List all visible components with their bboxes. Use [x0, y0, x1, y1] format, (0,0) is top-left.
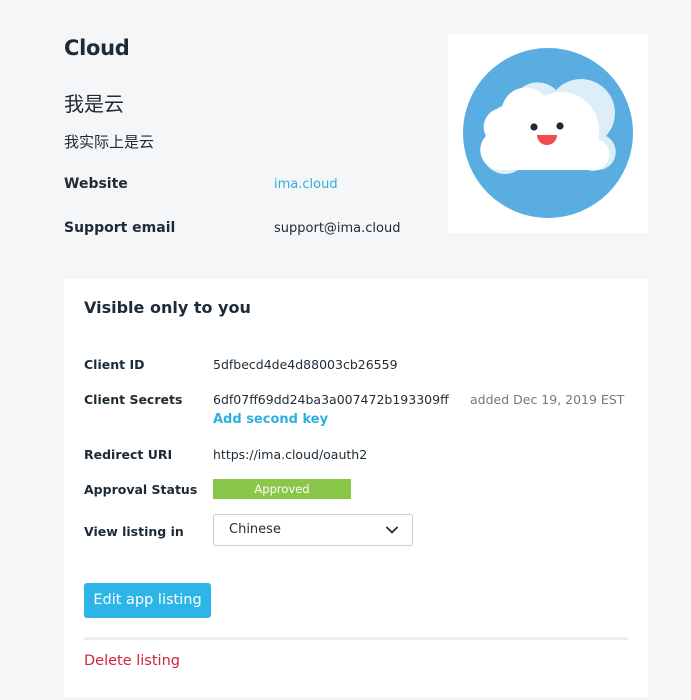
language-select[interactable]: Chinese — [213, 514, 413, 546]
support-email-label: Support email — [64, 220, 176, 236]
private-info-card: Visible only to you Client ID 5dfbecd4de… — [64, 279, 648, 697]
approval-status-label: Approval Status — [84, 482, 198, 497]
website-label: Website — [64, 176, 128, 192]
client-id-value: 5dfbecd4de4d88003cb26559 — [213, 357, 398, 372]
divider — [84, 637, 628, 640]
add-second-key-link[interactable]: Add second key — [213, 412, 328, 427]
view-listing-label: View listing in — [84, 524, 184, 539]
app-logo — [448, 34, 648, 233]
support-email-value: support@ima.cloud — [274, 221, 401, 236]
client-id-label: Client ID — [84, 357, 145, 372]
cloud-face-logo-icon — [463, 48, 633, 218]
delete-listing-link[interactable]: Delete listing — [84, 653, 180, 669]
client-secret-added-date: added Dec 19, 2019 EST — [470, 392, 625, 407]
approval-status-badge: Approved — [213, 479, 351, 499]
redirect-uri-label: Redirect URI — [84, 447, 173, 462]
card-title: Visible only to you — [84, 298, 251, 317]
chevron-down-icon — [386, 526, 398, 534]
app-description: 我实际上是云 — [64, 133, 155, 151]
app-details-page: Cloud 我是云 我实际上是云 Website ima.cloud Suppo… — [0, 0, 691, 700]
client-secret-value: 6df07ff69dd24ba3a007472b193309ff — [213, 392, 449, 407]
edit-app-listing-button[interactable]: Edit app listing — [84, 583, 211, 618]
language-select-value: Chinese — [229, 522, 281, 537]
app-name: 我是云 — [64, 92, 124, 116]
app-title: Cloud — [64, 36, 130, 60]
client-secrets-label: Client Secrets — [84, 392, 183, 407]
redirect-uri-value: https://ima.cloud/oauth2 — [213, 447, 368, 462]
website-link[interactable]: ima.cloud — [274, 177, 338, 192]
